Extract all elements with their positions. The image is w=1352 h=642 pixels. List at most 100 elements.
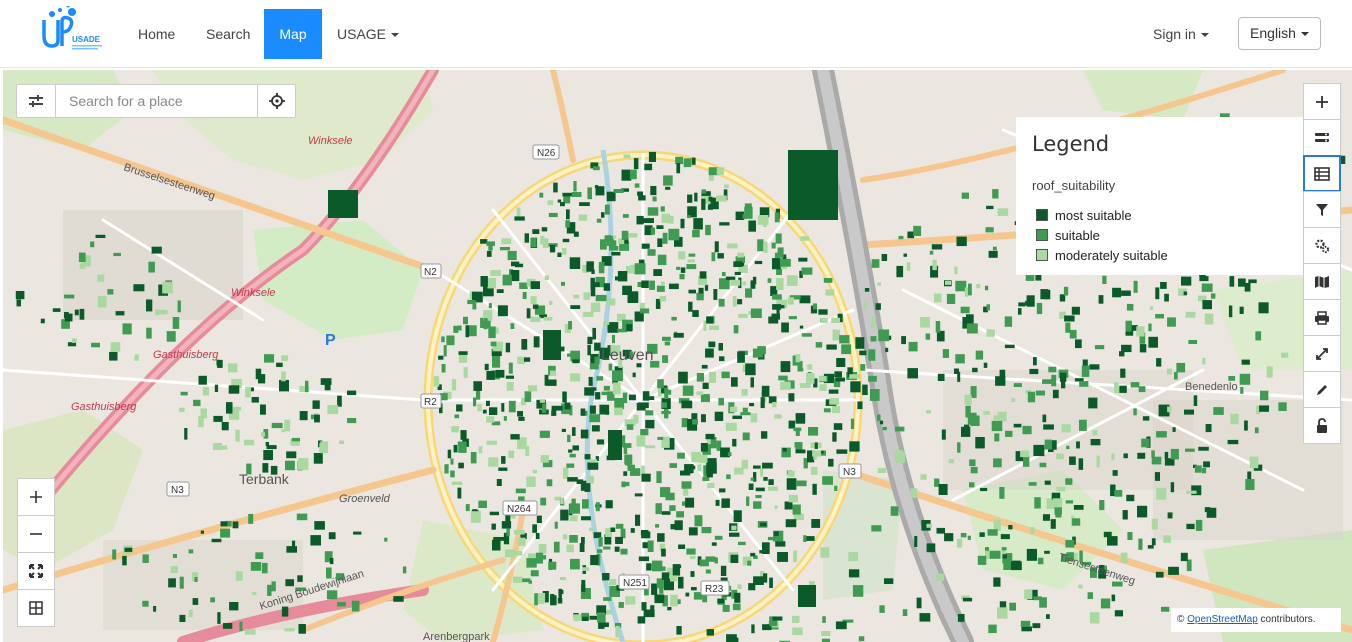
roof-polygon	[885, 347, 889, 353]
roof-polygon	[1167, 317, 1176, 327]
roof-polygon	[587, 336, 593, 345]
roof-polygon	[655, 503, 662, 515]
roof-polygon	[696, 292, 704, 301]
locate-button[interactable]	[257, 85, 296, 117]
roof-polygon	[1167, 406, 1172, 413]
usade-logo[interactable]: USADE	[38, 4, 118, 56]
roof-polygon	[489, 511, 499, 516]
basemap-button[interactable]	[1303, 263, 1341, 300]
usade-logo-icon: USADE	[42, 4, 102, 50]
roof-polygon	[548, 561, 557, 570]
layers-button[interactable]	[1303, 119, 1341, 156]
grid-button[interactable]	[17, 589, 55, 627]
roof-polygon	[747, 560, 752, 566]
roof-polygon	[1174, 372, 1178, 380]
zoom-extent-button[interactable]	[17, 552, 55, 590]
print-button[interactable]	[1303, 299, 1341, 336]
map-legend: Legend roof_suitability most suitable su…	[1016, 117, 1303, 275]
language-dropdown[interactable]: English	[1238, 17, 1321, 50]
roof-polygon	[1160, 282, 1167, 289]
roof-polygon	[608, 363, 613, 371]
roof-polygon	[1130, 382, 1140, 388]
roof-polygon	[647, 249, 656, 256]
roof-polygon	[602, 573, 610, 581]
roof-polygon	[890, 506, 899, 516]
roof-polygon	[532, 524, 537, 533]
roof-polygon	[882, 426, 887, 431]
roof-polygon	[142, 554, 149, 563]
roof-polygon	[314, 414, 320, 423]
roof-polygon	[1151, 450, 1155, 458]
roof-polygon	[688, 289, 696, 294]
fullscreen-button[interactable]	[1303, 335, 1341, 372]
roof-polygon	[74, 309, 79, 316]
roof-polygon	[486, 241, 495, 246]
roof-polygon	[261, 432, 265, 437]
roof-polygon	[1056, 453, 1064, 460]
nav-search[interactable]: Search	[206, 9, 250, 59]
roof-polygon	[571, 192, 582, 197]
nav-home[interactable]: Home	[138, 9, 175, 59]
osm-link[interactable]: OpenStreetMap	[1187, 614, 1258, 625]
legend-swatch	[1036, 249, 1048, 261]
roof-polygon	[709, 325, 720, 330]
roof-polygon	[1239, 306, 1244, 314]
settings-button[interactable]	[1303, 227, 1341, 264]
roof-polygon	[1018, 302, 1026, 307]
nav-map[interactable]: Map	[264, 9, 322, 59]
roof-polygon	[641, 473, 651, 482]
roof-polygon	[800, 236, 809, 241]
roof-polygon	[260, 404, 266, 415]
roof-polygon	[592, 327, 596, 340]
roof-polygon	[701, 189, 707, 194]
roof-polygon	[480, 239, 488, 244]
roof-polygon	[643, 218, 654, 223]
roof-polygon	[1136, 326, 1145, 337]
roof-polygon	[908, 341, 918, 352]
roof-polygon	[925, 333, 931, 340]
roof-polygon	[244, 439, 255, 446]
map-label-winksele: Winksele	[308, 135, 353, 147]
roof-polygon	[689, 465, 696, 470]
roof-polygon	[916, 597, 922, 609]
roof-polygon	[970, 466, 978, 474]
roof-polygon	[503, 416, 507, 421]
roof-polygon	[788, 393, 795, 402]
roof-polygon	[701, 527, 712, 534]
legend-item-moderately-suitable: moderately suitable	[1036, 248, 1168, 264]
roof-polygon	[1230, 413, 1239, 425]
roof-polygon	[457, 325, 462, 331]
lock-button[interactable]	[1303, 407, 1341, 444]
roof-polygon	[235, 571, 243, 581]
roof-polygon	[641, 243, 650, 249]
roof-polygon	[1199, 276, 1209, 282]
filter-button[interactable]	[1303, 191, 1341, 228]
sign-in-dropdown[interactable]: Sign in	[1153, 9, 1209, 59]
roof-polygon	[823, 408, 831, 413]
nav-usage-dropdown[interactable]: USAGE	[337, 9, 400, 59]
roof-polygon	[543, 330, 561, 360]
roof-polygon	[680, 267, 686, 273]
roof-polygon	[707, 205, 714, 210]
legend-button[interactable]	[1303, 155, 1341, 192]
roof-polygon	[570, 305, 581, 309]
roof-polygon	[730, 279, 741, 286]
roof-polygon	[291, 437, 300, 442]
search-input[interactable]	[57, 85, 257, 117]
zoom-in-button[interactable]	[17, 478, 55, 516]
roof-polygon	[560, 509, 569, 521]
zoom-out-button[interactable]	[17, 515, 55, 553]
roof-polygon	[635, 514, 641, 526]
roof-polygon	[628, 233, 638, 238]
roof-polygon	[1051, 374, 1057, 387]
roof-polygon	[661, 572, 670, 580]
roof-polygon	[198, 375, 207, 385]
search-options-button[interactable]	[17, 85, 56, 117]
roof-polygon	[595, 294, 607, 302]
roof-polygon	[1181, 276, 1192, 286]
roof-polygon	[647, 540, 654, 552]
roof-polygon	[569, 453, 576, 458]
add-layer-button[interactable]	[1303, 83, 1341, 120]
roof-polygon	[1087, 592, 1093, 599]
draw-button[interactable]	[1303, 371, 1341, 408]
